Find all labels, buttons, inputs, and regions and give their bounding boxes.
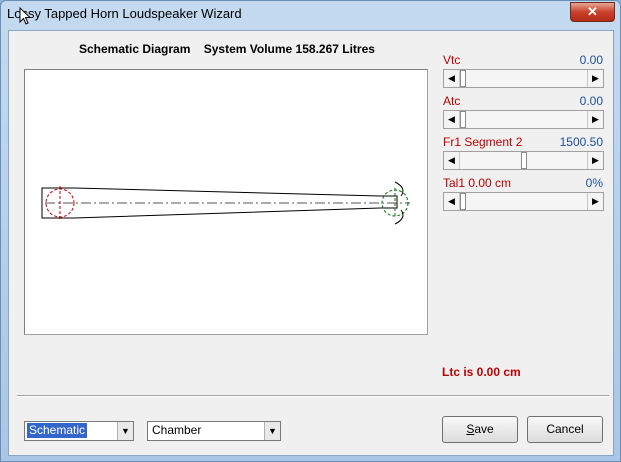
- window-title: Lossy Tapped Horn Loudspeaker Wizard: [7, 6, 242, 21]
- fr1-slider[interactable]: ◀ ▶: [443, 151, 604, 170]
- arrow-left-icon[interactable]: ◀: [444, 70, 460, 87]
- mouth-flare-bottom: [394, 209, 404, 225]
- arrow-right-icon[interactable]: ▶: [587, 70, 603, 87]
- vtc-label: Vtc: [443, 53, 461, 67]
- vtc-slider[interactable]: ◀ ▶: [443, 69, 604, 88]
- cancel-button[interactable]: Cancel: [527, 416, 603, 443]
- slider-thumb[interactable]: [521, 152, 527, 169]
- title-bar[interactable]: Lossy Tapped Horn Loudspeaker Wizard ✕: [1, 1, 620, 29]
- divider: [17, 395, 609, 397]
- view-select-value: Schematic: [27, 423, 88, 438]
- schematic-canvas: [24, 69, 428, 335]
- atc-value: 0.00: [579, 94, 603, 108]
- tal1-slider[interactable]: ◀ ▶: [443, 192, 604, 211]
- diagram-title: Schematic Diagram: [79, 42, 191, 56]
- slider-thumb[interactable]: [460, 111, 466, 128]
- arrow-left-icon[interactable]: ◀: [444, 152, 460, 169]
- atc-slider[interactable]: ◀ ▶: [443, 110, 604, 129]
- slider-thumb[interactable]: [460, 70, 466, 87]
- view-select[interactable]: Schematic ▼: [24, 421, 134, 441]
- diagram-heading: Schematic Diagram System Volume 158.267 …: [79, 42, 385, 56]
- arrow-right-icon[interactable]: ▶: [587, 193, 603, 210]
- system-volume-label: System Volume 158.267 Litres: [203, 42, 375, 56]
- arrow-left-icon[interactable]: ◀: [444, 111, 460, 128]
- ltc-status: Ltc is 0.00 cm: [442, 365, 521, 379]
- tal1-value: 0%: [585, 176, 603, 190]
- chevron-down-icon[interactable]: ▼: [264, 422, 280, 440]
- save-label: ave: [474, 422, 494, 436]
- vtc-value: 0.00: [579, 53, 603, 67]
- mode-select-value: Chamber: [152, 423, 202, 437]
- arrow-right-icon[interactable]: ▶: [587, 152, 603, 169]
- atc-label: Atc: [443, 94, 461, 108]
- horn-schematic: [41, 181, 410, 225]
- slider-thumb[interactable]: [460, 193, 466, 210]
- mode-select[interactable]: Chamber ▼: [147, 421, 281, 441]
- mouth-flare-top: [394, 181, 404, 197]
- arrow-right-icon[interactable]: ▶: [587, 111, 603, 128]
- client-area: Schematic Diagram System Volume 158.267 …: [8, 30, 614, 456]
- mouse-pointer-icon: [19, 7, 31, 25]
- fr1-label: Fr1 Segment 2: [443, 135, 523, 149]
- close-button[interactable]: ✕: [570, 2, 615, 22]
- tal1-label: Tal1 0.00 cm: [443, 176, 512, 190]
- fr1-value: 1500.50: [559, 135, 603, 149]
- chevron-down-icon[interactable]: ▼: [117, 422, 133, 440]
- wizard-window: Lossy Tapped Horn Loudspeaker Wizard ✕ S…: [0, 0, 621, 462]
- save-button[interactable]: Save: [442, 416, 518, 443]
- arrow-left-icon[interactable]: ◀: [444, 193, 460, 210]
